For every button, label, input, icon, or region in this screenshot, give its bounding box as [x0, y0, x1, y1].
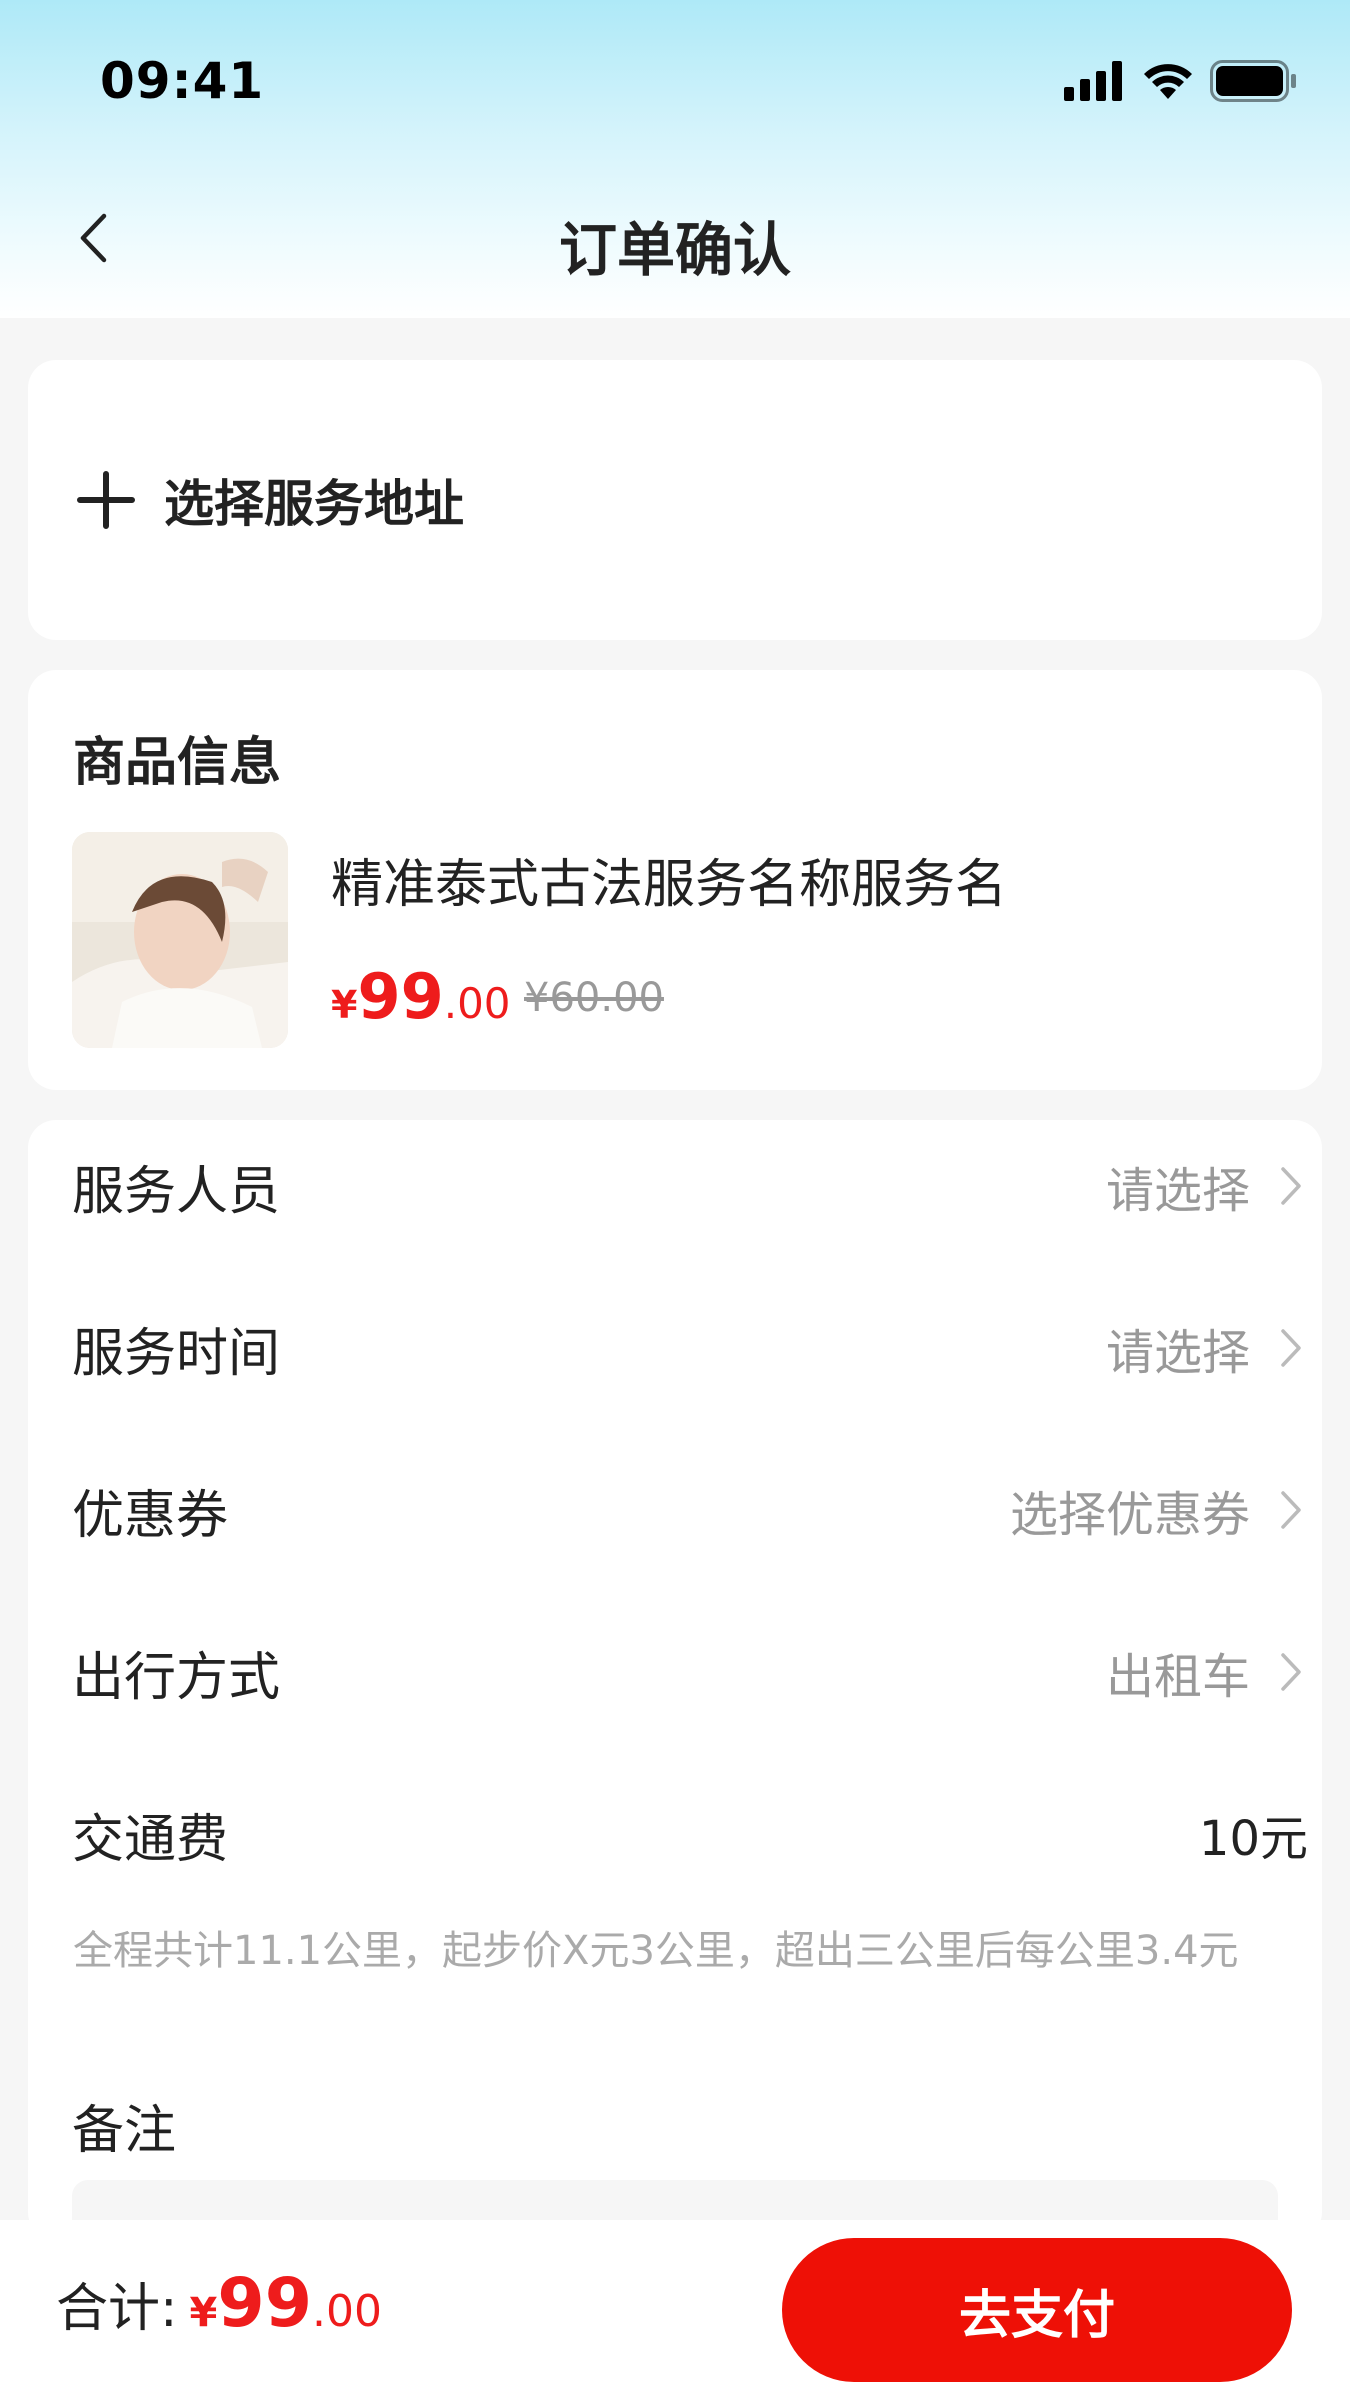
remark-label: 备注 — [72, 2101, 177, 2161]
travel-mode-value: 出租车 — [1105, 1649, 1250, 1705]
address-card[interactable]: 选择服务地址 — [28, 360, 1322, 640]
fare-label: 交通费 — [72, 1809, 229, 1870]
address-label: 选择服务地址 — [164, 475, 464, 533]
coupon-value: 选择优惠券 — [1009, 1487, 1250, 1543]
goods-thumbnail[interactable] — [72, 832, 288, 1048]
select-address-button[interactable]: 选择服务地址 — [76, 360, 464, 640]
service-time-label: 服务时间 — [72, 1323, 281, 1384]
fare-note: 全程共计11.1公里，起步价X元3公里，超出三公里后每公里3.4元 — [73, 1928, 1239, 1974]
header: 09:41 订单确认 — [0, 0, 1350, 318]
chevron-right-icon — [1281, 1491, 1301, 1529]
goods-price-currency: ¥ — [331, 983, 358, 1027]
coupon-label: 优惠券 — [72, 1485, 229, 1546]
staff-label: 服务人员 — [72, 1161, 281, 1222]
total-label: 合计: — [56, 2279, 178, 2339]
footer-bar: 合计: ¥99.00 去支付 — [0, 2220, 1350, 2400]
travel-mode-row[interactable]: 出行方式 出租车 — [72, 1612, 1302, 1732]
order-form-card: 服务人员 请选择 服务时间 请选择 优惠券 选择优惠券 出行方式 出租车 交通费… — [28, 1120, 1322, 2240]
service-time-value: 请选择 — [1105, 1325, 1250, 1381]
staff-value: 请选择 — [1105, 1163, 1250, 1219]
signal-icon — [1064, 61, 1122, 101]
status-time: 09:41 — [100, 52, 265, 110]
status-icons — [1064, 58, 1298, 104]
goods-price-decimal: .00 — [443, 979, 511, 1028]
coupon-row[interactable]: 优惠券 选择优惠券 — [72, 1450, 1302, 1570]
service-time-row[interactable]: 服务时间 请选择 — [72, 1288, 1302, 1408]
total-currency: ¥ — [189, 2290, 218, 2336]
fare-value: 10元 — [1198, 1811, 1308, 1867]
goods-card: 商品信息 精准泰式古法服务名称服务名 ¥99.00 ¥60.00 — [28, 670, 1322, 1090]
travel-mode-label: 出行方式 — [72, 1647, 281, 1708]
battery-icon — [1210, 60, 1296, 102]
goods-section-title: 商品信息 — [73, 733, 282, 793]
goods-name: 精准泰式古法服务名称服务名 — [331, 855, 1008, 915]
total-decimal: .00 — [312, 2286, 382, 2337]
page-title: 订单确认 — [558, 216, 791, 284]
wifi-icon — [1144, 64, 1192, 99]
chevron-right-icon — [1281, 1653, 1301, 1691]
chevron-right-icon — [1281, 1329, 1301, 1367]
goods-price: ¥99.00 — [331, 960, 511, 1033]
chevron-right-icon — [1281, 1167, 1301, 1205]
pay-button[interactable]: 去支付 — [782, 2238, 1292, 2382]
fare-row: 交通费 10元 — [72, 1774, 1308, 1894]
total-integer: 99 — [217, 2264, 313, 2343]
goods-original-price: ¥60.00 — [524, 975, 664, 1021]
plus-icon — [77, 471, 135, 529]
order-total: 合计: ¥99.00 — [56, 2264, 382, 2343]
goods-price-integer: 99 — [357, 960, 444, 1033]
staff-row[interactable]: 服务人员 请选择 — [72, 1126, 1302, 1246]
